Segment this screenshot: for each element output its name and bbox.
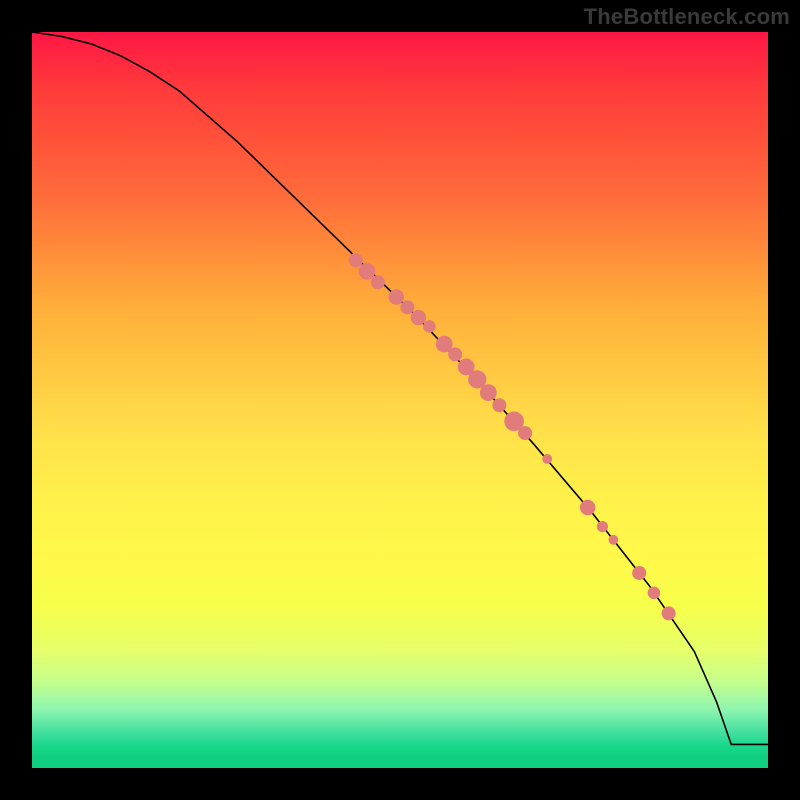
watermark-text: TheBottleneck.com — [584, 4, 790, 30]
chart-stage: TheBottleneck.com — [0, 0, 800, 800]
plot-area — [32, 32, 768, 768]
